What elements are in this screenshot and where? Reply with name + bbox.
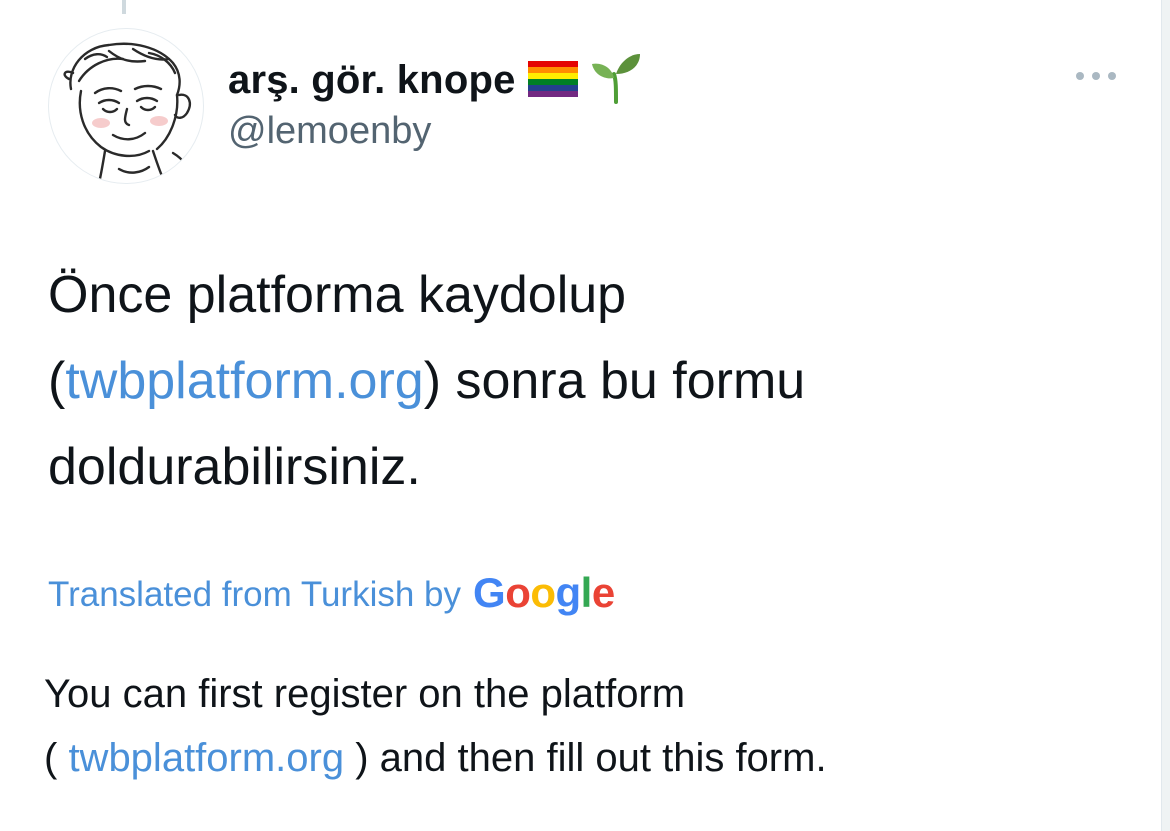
google-logo-letter: G <box>473 569 506 616</box>
google-logo-letter: e <box>591 569 615 616</box>
translated-from-label[interactable]: Translated from Turkish by <box>48 575 461 615</box>
translated-text-segment: You can first register on the platform <box>44 672 686 716</box>
author-name-row[interactable]: arş. gör. knope <box>228 52 642 108</box>
more-horizontal-icon <box>1076 72 1116 80</box>
avatar-sketch-image <box>63 42 195 183</box>
translated-text-line: You can first register on the platform <box>44 662 1104 726</box>
google-logo-letter: l <box>580 569 593 616</box>
translated-text: You can first register on the platform (… <box>44 662 1104 790</box>
tweet-text-line: Önce platforma kaydolup <box>48 252 1108 338</box>
more-options-button[interactable] <box>1072 62 1120 90</box>
tweet-text-segment: ) sonra bu formu <box>423 352 806 410</box>
avatar[interactable] <box>48 28 204 184</box>
tweet-page: arş. gör. knope @lemoenby Önce platforma… <box>0 0 1170 831</box>
author-handle[interactable]: @lemoenby <box>228 110 431 153</box>
translated-text-segment: ) and then fill out this form. <box>344 736 827 780</box>
tweet-text-line: doldurabilirsiniz. <box>48 424 1108 510</box>
tweet-text-segment: ( <box>48 352 66 410</box>
tweet-text-segment: Önce platforma kaydolup <box>48 266 627 324</box>
translated-text-line: ( twbplatform.org ) and then fill out th… <box>44 726 1104 790</box>
scrollbar-track[interactable] <box>1161 0 1170 831</box>
translation-attribution: Translated from Turkish by Google <box>48 569 615 620</box>
rainbow-flag-icon <box>527 59 578 102</box>
translated-link[interactable]: twbplatform.org <box>68 736 344 780</box>
tweet-text: Önce platforma kaydolup (twbplatform.org… <box>48 252 1108 510</box>
thread-connector-line <box>122 0 126 14</box>
tweet-text-line: (twbplatform.org) sonra bu formu <box>48 338 1108 424</box>
google-logo-letter: o <box>530 569 556 616</box>
translated-text-segment: ( <box>44 736 69 780</box>
google-logo: Google <box>473 569 615 617</box>
author-display-name[interactable]: arş. gör. knope <box>228 58 516 103</box>
tweet-text-segment: doldurabilirsiniz. <box>48 438 421 496</box>
google-logo-letter: g <box>555 569 582 616</box>
tweet-link[interactable]: twbplatform.org <box>65 352 423 410</box>
seedling-icon <box>590 52 642 109</box>
google-logo-letter: o <box>505 569 531 616</box>
